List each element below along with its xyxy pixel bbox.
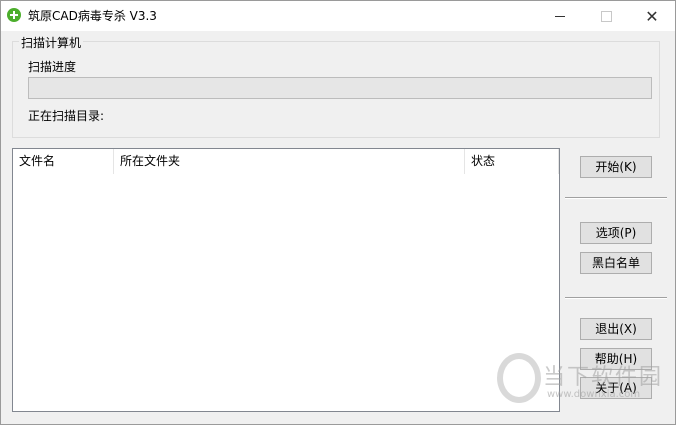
results-list-header: 文件名 所在文件夹 状态 [13, 149, 559, 174]
column-header-filename[interactable]: 文件名 [13, 149, 114, 174]
about-button[interactable]: 关于(A) [580, 377, 652, 399]
close-icon: ✕ [645, 6, 659, 26]
exit-button[interactable]: 退出(X) [580, 318, 652, 340]
window-title: 筑原CAD病毒专杀 V3.3 [28, 9, 157, 23]
minimize-button[interactable] [537, 1, 583, 31]
title-bar: 筑原CAD病毒专杀 V3.3 ✕ [1, 1, 675, 31]
progress-label: 扫描进度 [28, 60, 77, 74]
button-divider-2 [565, 297, 667, 299]
start-button[interactable]: 开始(K) [580, 156, 652, 178]
scan-group-title: 扫描计算机 [19, 34, 84, 51]
scan-directory-label: 正在扫描目录: [28, 109, 105, 123]
maximize-icon [600, 10, 612, 22]
column-header-folder[interactable]: 所在文件夹 [114, 149, 465, 174]
blackwhite-list-button[interactable]: 黑白名单 [580, 252, 652, 274]
button-divider-1 [565, 197, 667, 199]
column-header-status[interactable]: 状态 [465, 149, 559, 174]
close-button[interactable]: ✕ [629, 1, 675, 31]
maximize-button[interactable] [583, 1, 629, 31]
help-button[interactable]: 帮助(H) [580, 348, 652, 370]
app-window: 筑原CAD病毒专杀 V3.3 ✕ 扫描计算机 扫描进度 正在扫描目录: 文件名 … [0, 0, 676, 425]
minimize-icon [555, 15, 565, 17]
options-button[interactable]: 选项(P) [580, 222, 652, 244]
results-list[interactable]: 文件名 所在文件夹 状态 [12, 148, 560, 412]
scan-progress-bar [28, 77, 652, 99]
app-plus-icon [7, 8, 21, 22]
